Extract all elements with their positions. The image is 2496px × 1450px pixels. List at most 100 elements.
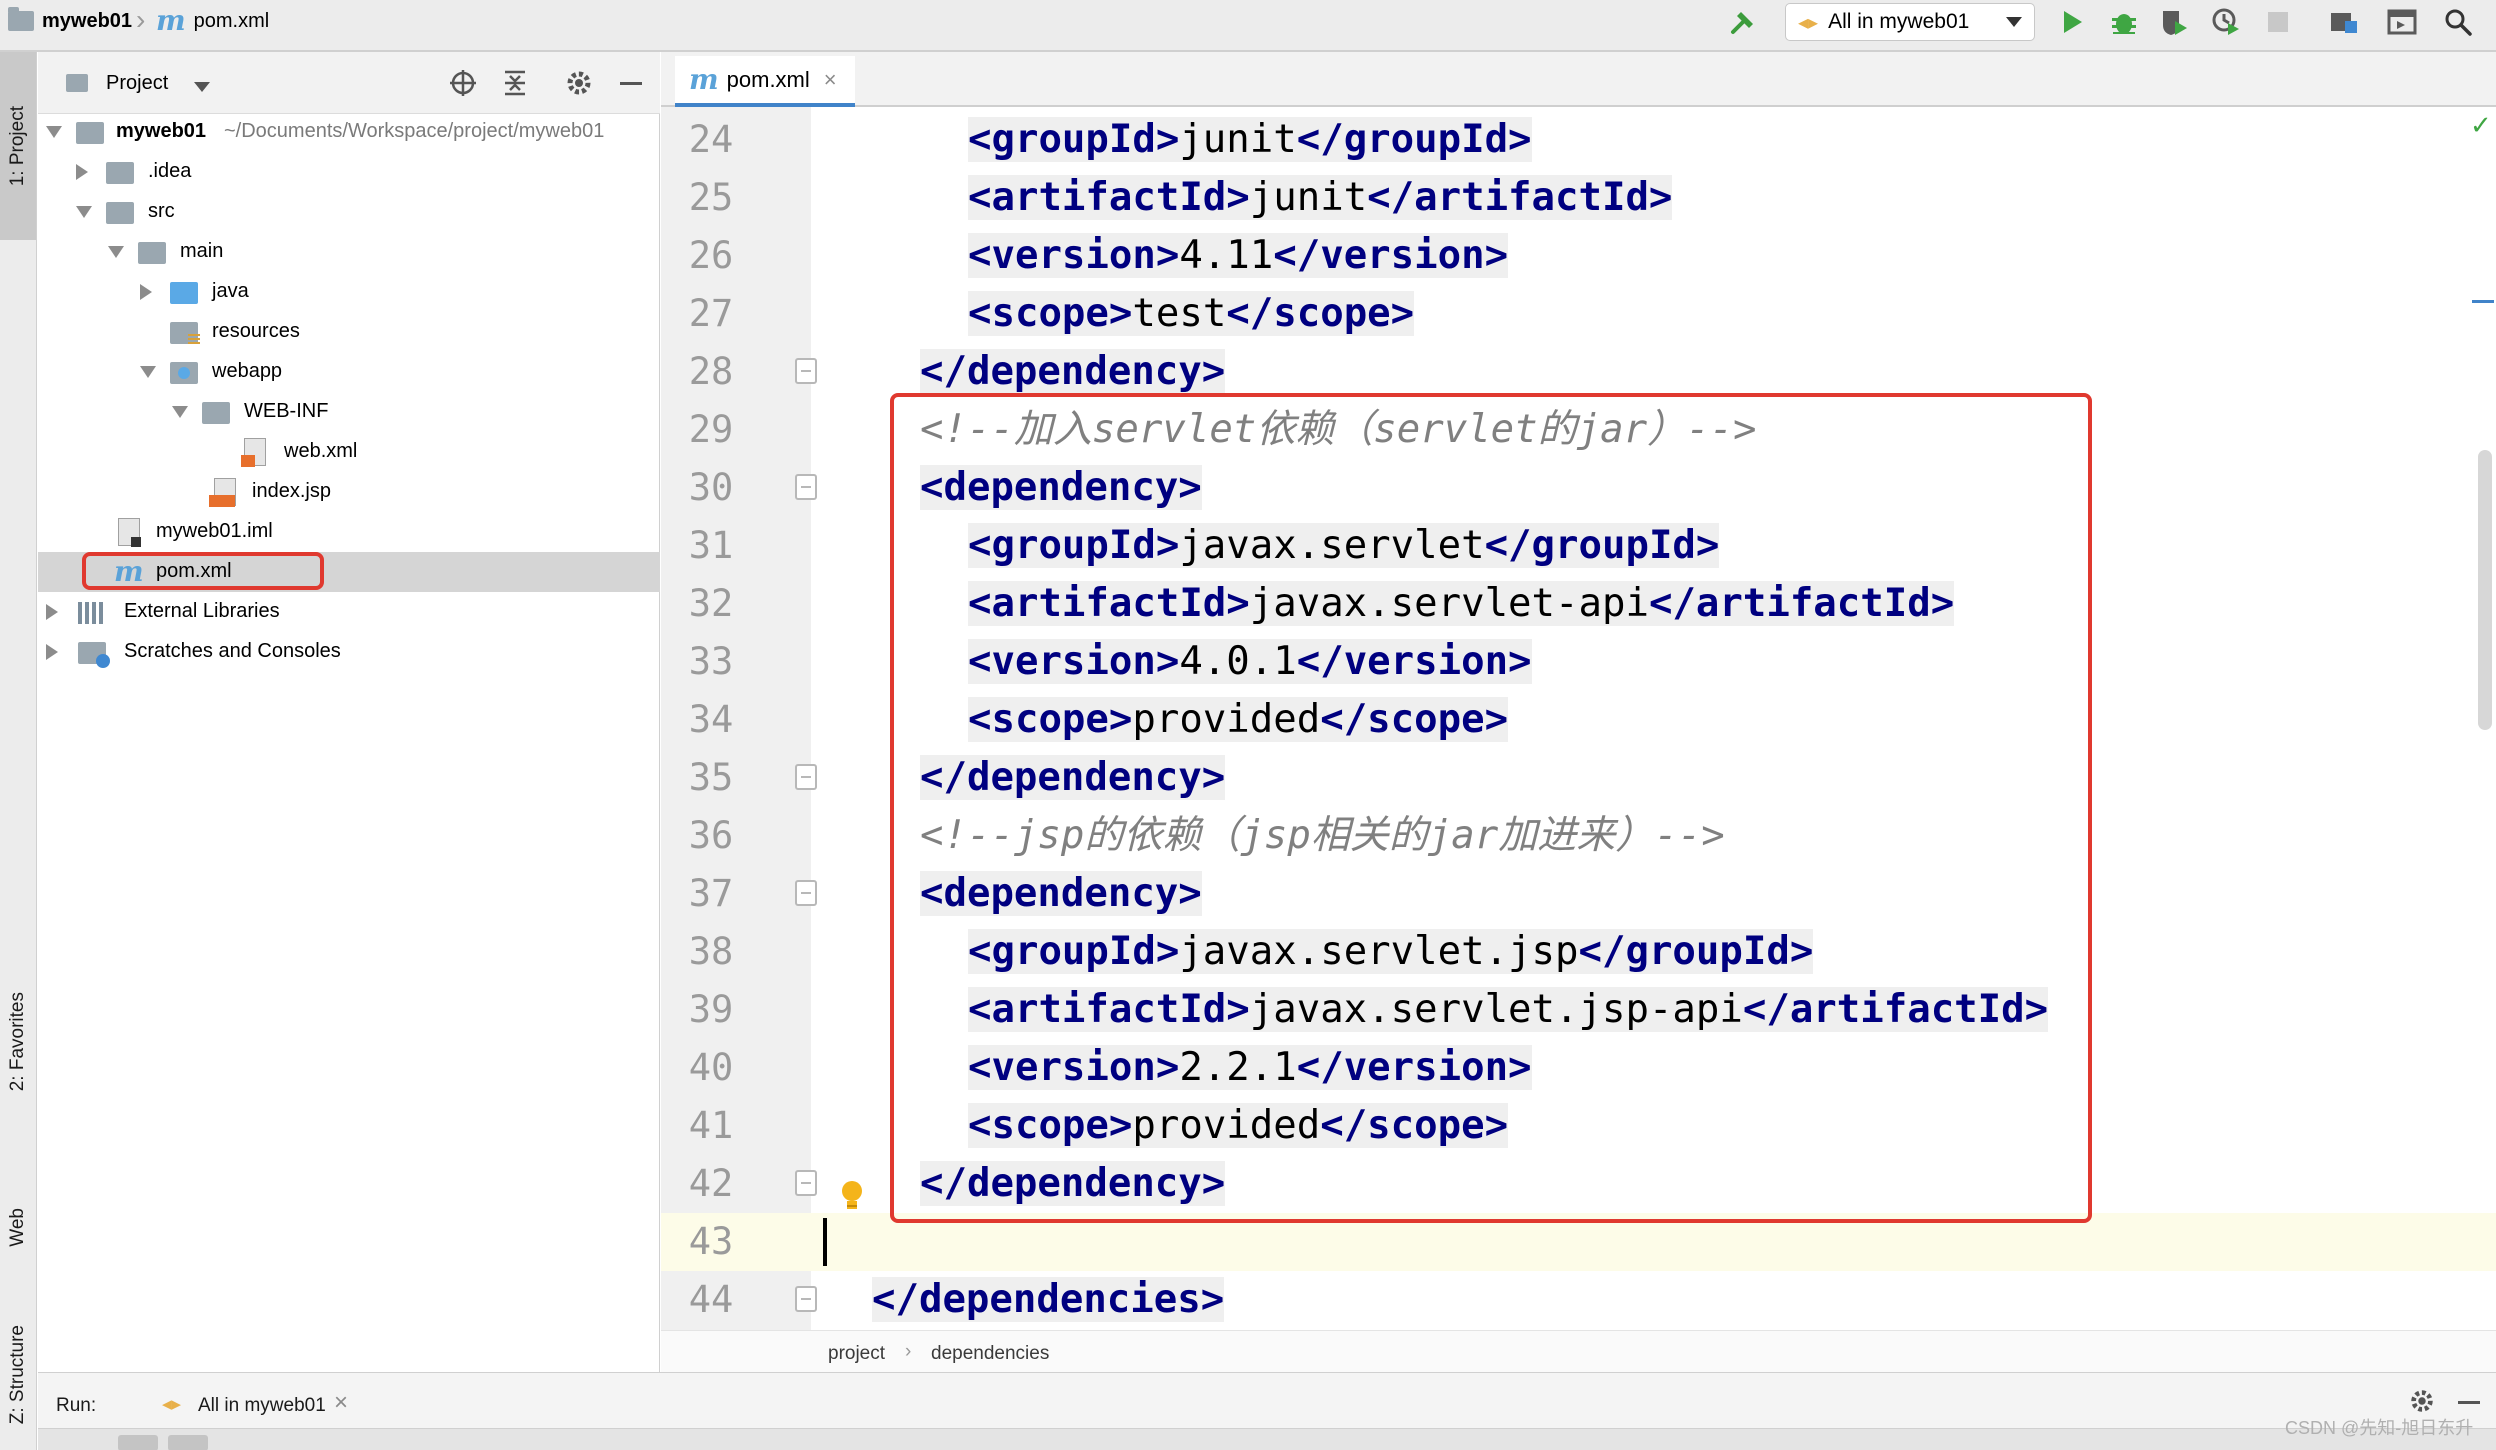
line-number: 32 [688, 582, 734, 625]
web-folder-icon [170, 362, 198, 384]
line-number: 37 [688, 872, 734, 915]
line-number: 33 [688, 640, 734, 683]
line-number: 26 [688, 234, 734, 277]
code-line: <version>4.11</version> [968, 233, 1509, 278]
editor-tab-bar: m pom.xml × [661, 52, 2496, 107]
intention-bulb-icon[interactable] [838, 1178, 866, 1217]
expand-arrow-icon[interactable] [76, 164, 88, 180]
junit-config-icon: ◂▸ [1798, 11, 1819, 34]
project-structure-icon[interactable] [2326, 4, 2362, 40]
fold-marker-icon[interactable] [795, 880, 817, 906]
iml-file-icon [118, 518, 141, 547]
module-folder-icon [76, 122, 104, 144]
line-number: 28 [688, 350, 734, 393]
run-icon[interactable] [2054, 4, 2090, 40]
folder-icon [138, 242, 166, 264]
tree-item-pom-xml[interactable]: m pom.xml [38, 552, 660, 592]
line-number: 31 [688, 524, 734, 567]
breadcrumb-separator-icon: › [905, 1341, 912, 1362]
tool-tab-structure[interactable]: Z: Structure [0, 1300, 36, 1450]
line-number: 42 [688, 1162, 734, 1205]
jsp-file-icon [209, 478, 236, 507]
line-number: 40 [688, 1046, 734, 1089]
expand-arrow-icon[interactable] [140, 366, 156, 378]
line-number: 25 [688, 176, 734, 219]
source-folder-icon [170, 282, 198, 304]
toolbar-button[interactable] [118, 1435, 158, 1450]
run-with-coverage-icon[interactable] [2156, 4, 2192, 40]
fold-marker-icon[interactable] [795, 358, 817, 384]
fold-marker-icon[interactable] [795, 1286, 817, 1312]
expand-arrow-icon[interactable] [140, 284, 152, 300]
line-number: 38 [688, 930, 734, 973]
tree-item-web-xml[interactable]: web.xml [38, 432, 660, 472]
tree-item-resources[interactable]: resources [38, 312, 660, 352]
debug-bug-icon[interactable] [2106, 4, 2142, 40]
expand-arrow-icon[interactable] [46, 644, 58, 660]
tree-item-index-jsp[interactable]: index.jsp [38, 472, 660, 512]
tool-tab-favorites[interactable]: 2: Favorites [0, 932, 36, 1152]
scroll-marker [2472, 300, 2494, 303]
tool-tab-web[interactable]: Web [0, 1162, 36, 1292]
expand-arrow-icon[interactable] [108, 246, 124, 258]
stop-icon[interactable] [2260, 4, 2296, 40]
search-icon[interactable] [2440, 4, 2476, 40]
tree-item-scratches[interactable]: Scratches and Consoles [38, 632, 660, 672]
code-line: <artifactId>junit</artifactId> [968, 175, 1673, 220]
chevron-down-icon[interactable] [194, 82, 210, 92]
line-number: 30 [688, 466, 734, 509]
close-icon[interactable]: × [824, 67, 837, 93]
locate-file-crosshair-icon[interactable] [448, 68, 478, 103]
run-label: Run: [56, 1395, 97, 1416]
breadcrumb-separator-icon: › [136, 4, 146, 35]
fold-marker-icon[interactable] [795, 1170, 817, 1196]
expand-arrow-icon[interactable] [46, 126, 62, 138]
hide-panel-icon[interactable] [620, 82, 642, 85]
line-number: 36 [688, 814, 734, 857]
tree-item-java[interactable]: java [38, 272, 660, 312]
fold-marker-icon[interactable] [795, 764, 817, 790]
navigation-bar: myweb01 › m pom.xml ◂▸ All in myweb01 [0, 0, 2496, 52]
tree-item-src[interactable]: src [38, 192, 660, 232]
collapse-all-icon[interactable] [500, 68, 530, 103]
presentation-mode-icon[interactable] [2384, 4, 2420, 40]
breadcrumb-project[interactable]: myweb01 [8, 0, 132, 42]
folder-icon [106, 162, 134, 184]
build-hammer-icon[interactable] [1725, 4, 1761, 40]
tab-pom-xml[interactable]: m pom.xml × [675, 56, 855, 107]
line-number: 43 [688, 1220, 734, 1263]
line-number: 34 [688, 698, 734, 741]
inspection-ok-check-icon[interactable]: ✓ [2470, 110, 2492, 141]
expand-arrow-icon[interactable] [76, 206, 92, 218]
line-number: 24 [688, 118, 734, 161]
left-tool-strip: 1: Project 2: Favorites Web Z: Structure [0, 52, 37, 1450]
folder-icon [202, 402, 230, 424]
line-number: 39 [688, 988, 734, 1031]
xml-file-icon [241, 438, 266, 467]
close-icon[interactable]: × [334, 1389, 348, 1417]
tree-item-external-libraries[interactable]: External Libraries [38, 592, 660, 632]
run-configuration-selector[interactable]: ◂▸ All in myweb01 [1785, 3, 2035, 41]
breadcrumb-item-dependencies[interactable]: dependencies [931, 1343, 1049, 1365]
breadcrumb-file[interactable]: m pom.xml [156, 0, 269, 42]
vertical-scrollbar[interactable] [2478, 450, 2492, 730]
run-tool-window-header: Run: ◂▸ All in myweb01 × [38, 1372, 2496, 1428]
tree-item-myweb01[interactable]: myweb01 ~/Documents/Workspace/project/my… [38, 112, 660, 152]
profiler-icon[interactable] [2208, 4, 2244, 40]
breadcrumb-item-project[interactable]: project [828, 1343, 885, 1365]
expand-arrow-icon[interactable] [46, 604, 58, 620]
project-view-selector[interactable]: Project [106, 72, 168, 95]
gear-icon[interactable] [564, 68, 594, 103]
fold-marker-icon[interactable] [795, 474, 817, 500]
toolbar-button[interactable] [168, 1435, 208, 1450]
run-tab-all-in-myweb01[interactable]: All in myweb01 [198, 1395, 326, 1417]
tree-item-webapp[interactable]: webapp [38, 352, 660, 392]
tree-item-main[interactable]: main [38, 232, 660, 272]
hide-panel-icon[interactable] [2458, 1401, 2480, 1404]
tree-item-web-inf[interactable]: WEB-INF [38, 392, 660, 432]
tree-item-idea[interactable]: .idea [38, 152, 660, 192]
tree-item-iml[interactable]: myweb01.iml [38, 512, 660, 552]
line-number: 44 [688, 1278, 734, 1321]
expand-arrow-icon[interactable] [172, 406, 188, 418]
tool-tab-project[interactable]: 1: Project [0, 52, 36, 240]
